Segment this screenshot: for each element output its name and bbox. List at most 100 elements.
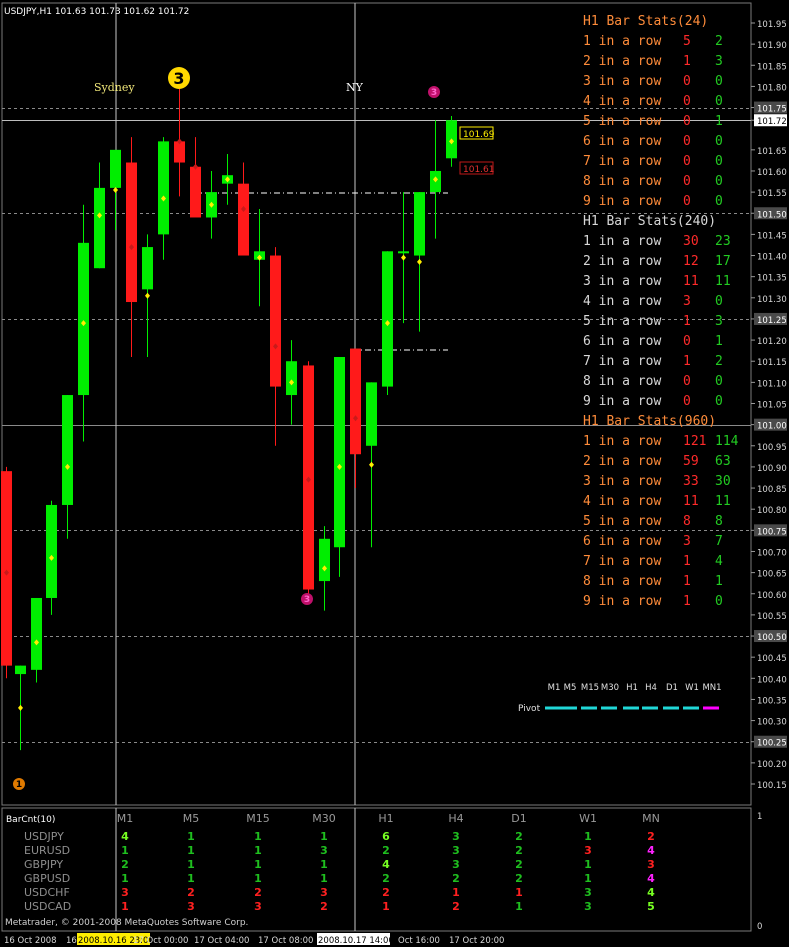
- stats-up-count: 23: [715, 234, 731, 249]
- barcnt-timeframe-header: H4: [448, 812, 463, 825]
- stats-down-count: 11: [683, 274, 699, 289]
- barcnt-cell: 1: [121, 872, 129, 885]
- stats-row-label: 2 in a row: [583, 54, 661, 69]
- stats-down-count: 0: [683, 154, 691, 169]
- stats-row-label: 4 in a row: [583, 94, 661, 109]
- price-tick-label: 100.80: [757, 506, 787, 516]
- barcnt-cell: 2: [382, 844, 390, 857]
- barcnt-timeframe-header: M5: [183, 812, 200, 825]
- bull-candle-body: [334, 356, 345, 548]
- barcnt-timeframe-header: D1: [511, 812, 526, 825]
- barcnt-cell: 2: [187, 886, 195, 899]
- bull-candle-body: [110, 149, 121, 188]
- bull-candle-body: [286, 361, 297, 396]
- bull-candle-body: [62, 395, 73, 505]
- barcnt-cell: 1: [584, 858, 592, 871]
- stats-down-count: 0: [683, 114, 691, 129]
- pivot-timeframe-label: H1: [626, 683, 638, 693]
- barcnt-cell: 2: [320, 900, 328, 913]
- stats-row-label: 9 in a row: [583, 194, 661, 209]
- price-tick-label: 100.60: [757, 591, 787, 601]
- bull-candle-body: [319, 538, 330, 582]
- bull-candle-body: [31, 597, 42, 670]
- price-tick-label: 101.05: [757, 401, 787, 411]
- price-tag-low: 101.61: [459, 161, 495, 175]
- barcnt-cell: 1: [320, 858, 328, 871]
- barcnt-timeframe-header: MN: [642, 812, 660, 825]
- bull-candle-body: [158, 141, 169, 235]
- time-axis-label: 17 Oct 04:00: [194, 936, 249, 946]
- price-tick-label: 100.85: [757, 485, 787, 495]
- bear-candle-body: [270, 255, 281, 387]
- stats-up-count: 2: [715, 354, 723, 369]
- pivot-timeframe-label: M15: [581, 683, 599, 693]
- barcnt-cell: 3: [187, 900, 195, 913]
- barcnt-cell: 3: [584, 900, 592, 913]
- stats-down-count: 0: [683, 94, 691, 109]
- bear-candle-body: [190, 166, 201, 218]
- price-tick-label: 101.10: [757, 379, 787, 389]
- stats-up-count: 3: [715, 54, 723, 69]
- pattern-marker-label: 3: [173, 69, 184, 88]
- price-tick-label: 101.30: [757, 295, 787, 305]
- pivot-timeframe-label: W1: [685, 683, 699, 693]
- barcnt-cell: 1: [121, 900, 129, 913]
- price-tick-label: 101.75: [757, 105, 787, 115]
- price-tick-label: 101.55: [757, 189, 787, 199]
- stats-row-label: 5 in a row: [583, 114, 661, 129]
- stats-up-count: 1: [715, 574, 723, 589]
- barcnt-cell: 1: [584, 872, 592, 885]
- price-tick-label: 101.40: [757, 253, 787, 263]
- barcnt-cell: 4: [382, 858, 390, 871]
- barcnt-timeframe-header: M1: [117, 812, 134, 825]
- barcnt-cell: 3: [584, 844, 592, 857]
- pivot-timeframe-label: M1: [548, 683, 561, 693]
- barcnt-cell: 3: [452, 830, 460, 843]
- stats-row-label: 3 in a row: [583, 474, 661, 489]
- barcnt-cell: 3: [452, 858, 460, 871]
- barcnt-cell: 1: [121, 844, 129, 857]
- barcnt-symbol: USDCHF: [24, 886, 70, 899]
- stats-down-count: 121: [683, 434, 706, 449]
- stats-down-count: 33: [683, 474, 699, 489]
- pivot-timeframe-label: D1: [666, 683, 678, 693]
- price-tick-label: 101.45: [757, 231, 787, 241]
- stats-up-count: 3: [715, 314, 723, 329]
- barcnt-cell: 1: [254, 830, 262, 843]
- barcnt-cell: 1: [515, 886, 523, 899]
- barcnt-cell: 4: [647, 872, 655, 885]
- barcnt-cell: 5: [647, 900, 655, 913]
- price-tick-label: 100.30: [757, 718, 787, 728]
- stats-up-count: 0: [715, 394, 723, 409]
- bear-candle-body: [1, 471, 12, 666]
- stats-up-count: 0: [715, 374, 723, 389]
- copyright-text: Metatrader, © 2001-2008 MetaQuotes Softw…: [5, 918, 248, 928]
- stats-down-count: 0: [683, 74, 691, 89]
- barcnt-cell: 2: [452, 872, 460, 885]
- stats-row-label: 1 in a row: [583, 434, 661, 449]
- price-tag-high-label: 101.69: [463, 130, 495, 140]
- stats-up-count: 8: [715, 514, 723, 529]
- stats-row-label: 5 in a row: [583, 514, 661, 529]
- stats-up-count: 0: [715, 74, 723, 89]
- stats-down-count: 3: [683, 534, 691, 549]
- bull-candle-body: [94, 187, 105, 269]
- pivot-timeframe-label: MN1: [702, 683, 721, 693]
- metatrader-chart-window[interactable]: 1333 USDJPY,H1 101.63 101.73 101.62 101.…: [0, 0, 789, 947]
- bull-candle-body: [142, 247, 153, 290]
- stats-up-count: 17: [715, 254, 731, 269]
- stats-down-count: 0: [683, 334, 691, 349]
- price-tick-label: 101.35: [757, 274, 787, 284]
- barcnt-cell: 2: [515, 844, 523, 857]
- barcnt-symbol: USDJPY: [24, 830, 64, 843]
- barcnt-cell: 3: [452, 844, 460, 857]
- barcnt-cell: 1: [254, 858, 262, 871]
- stats-down-count: 1: [683, 574, 691, 589]
- indicator-axis-label: 1: [757, 812, 762, 822]
- stats-up-count: 11: [715, 494, 731, 509]
- stats-up-count: 0: [715, 134, 723, 149]
- stats-row-label: 2 in a row: [583, 254, 661, 269]
- price-tick-label: 100.75: [757, 527, 787, 537]
- stats-row-label: 2 in a row: [583, 454, 661, 469]
- barcnt-cell: 3: [320, 886, 328, 899]
